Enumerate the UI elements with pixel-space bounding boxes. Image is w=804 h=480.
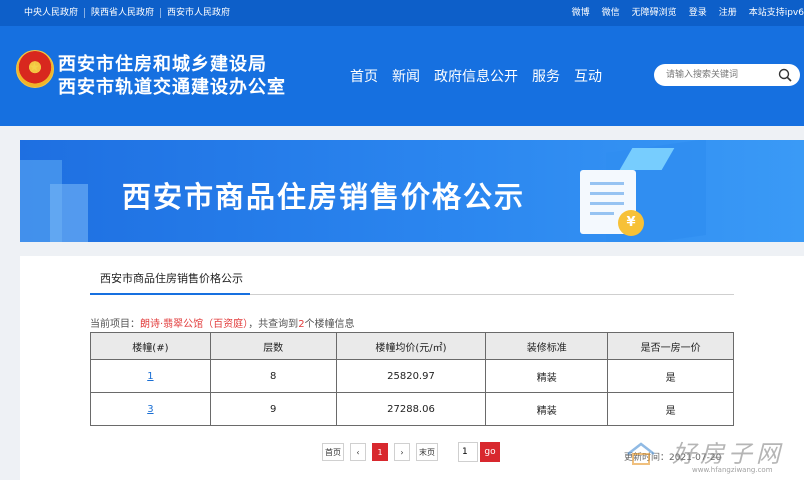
table-header-row: 楼幢(#) 层数 楼幢均价(元/㎡) 装修标准 是否一房一价 <box>90 332 734 360</box>
avg-price-cell: 27288.06 <box>335 392 487 426</box>
house-logo-icon <box>627 442 655 465</box>
col-building: 楼幢(#) <box>90 332 211 360</box>
watermark-url: www.hfangziwang.com <box>692 466 773 474</box>
nav-home[interactable]: 首页 <box>350 66 378 86</box>
info-middle: ，共查询到 <box>248 319 299 330</box>
government-links: 中央人民政府 陕西省人民政府 西安市人民政府 <box>18 8 236 18</box>
table-row: 3 9 27288.06 精装 是 <box>90 392 734 426</box>
link-wechat[interactable]: 微信 <box>602 8 620 18</box>
table-row: 1 8 25820.97 精装 是 <box>90 359 734 393</box>
decoration-cell: 精装 <box>485 359 609 393</box>
info-prefix: 当前项目： <box>90 319 140 330</box>
building-link[interactable]: 3 <box>147 404 153 415</box>
avg-price-cell: 25820.97 <box>335 359 487 393</box>
page-1-button[interactable]: 1 <box>372 443 388 461</box>
tab-price-publicity[interactable]: 西安市商品住房销售价格公示 <box>100 270 243 292</box>
last-page-button[interactable]: 末页 <box>416 443 438 461</box>
prev-page-button[interactable]: ‹ <box>350 443 366 461</box>
banner-decoration <box>50 184 88 242</box>
col-decoration: 装修标准 <box>485 332 609 360</box>
search-input[interactable] <box>666 68 770 82</box>
utility-links: 微博 微信 无障碍浏览 登录 注册 本站支持ipv6 <box>572 8 804 18</box>
nav-news[interactable]: 新闻 <box>392 66 420 86</box>
building-price-table: 楼幢(#) 层数 楼幢均价(元/㎡) 装修标准 是否一房一价 1 8 25820… <box>90 332 734 426</box>
page-banner: ¥ 西安市商品住房销售价格公示 <box>20 140 804 242</box>
search-icon[interactable] <box>778 68 792 82</box>
link-register[interactable]: 注册 <box>719 8 737 18</box>
floors-cell: 9 <box>209 392 337 426</box>
ipv6-support-text: 本站支持ipv6 <box>748 8 804 18</box>
floors-cell: 8 <box>209 359 337 393</box>
link-central-government[interactable]: 中央人民政府 <box>18 8 86 18</box>
yuan-coin-icon: ¥ <box>618 210 644 236</box>
first-page-button[interactable]: 首页 <box>322 443 344 461</box>
link-login[interactable]: 登录 <box>689 8 707 18</box>
site-header: ★ 西安市住房和城乡建设局 西安市轨道交通建设办公室 首页 新闻 政府信息公开 … <box>0 26 804 126</box>
pagination: 首页 ‹ 1 › 末页 go <box>322 442 500 462</box>
main-nav: 首页 新闻 政府信息公开 服务 互动 <box>350 66 602 86</box>
national-emblem-icon: ★ <box>16 50 54 88</box>
link-accessibility[interactable]: 无障碍浏览 <box>632 8 677 18</box>
nav-interaction[interactable]: 互动 <box>574 66 602 86</box>
link-shaanxi-government[interactable]: 陕西省人民政府 <box>85 8 162 18</box>
building-cell: 3 <box>90 392 211 426</box>
page-number-input[interactable] <box>458 442 478 462</box>
project-name: 朗诗·翡翠公馆（百资庭） <box>140 319 249 330</box>
link-xian-government[interactable]: 西安市人民政府 <box>161 8 236 18</box>
link-weibo[interactable]: 微博 <box>572 8 590 18</box>
col-one-price: 是否一房一价 <box>607 332 734 360</box>
banner-title: 西安市商品住房销售价格公示 <box>122 180 526 214</box>
col-floors: 层数 <box>209 332 337 360</box>
next-page-button[interactable]: › <box>394 443 410 461</box>
search-box <box>654 64 800 86</box>
building-link[interactable]: 1 <box>147 371 153 382</box>
watermark: 好房子网 www.hfangziwang.com <box>622 432 804 480</box>
one-price-cell: 是 <box>607 359 734 393</box>
one-price-cell: 是 <box>607 392 734 426</box>
go-button[interactable]: go <box>480 442 500 462</box>
building-cell: 1 <box>90 359 211 393</box>
nav-service[interactable]: 服务 <box>532 66 560 86</box>
nav-gov-info[interactable]: 政府信息公开 <box>434 66 518 86</box>
info-suffix: 个楼幢信息 <box>304 319 355 330</box>
org-name-secondary[interactable]: 西安市轨道交通建设办公室 <box>58 73 286 99</box>
watermark-brand: 好房子网 <box>672 440 784 468</box>
decoration-cell: 精装 <box>485 392 609 426</box>
tab-active-indicator <box>90 293 250 295</box>
project-info: 当前项目：朗诗·翡翠公馆（百资庭），共查询到2个楼幢信息 <box>90 315 355 330</box>
col-avg-price: 楼幢均价(元/㎡) <box>335 332 487 360</box>
top-utility-bar: 中央人民政府 陕西省人民政府 西安市人民政府 微博 微信 无障碍浏览 登录 注册… <box>0 0 804 26</box>
